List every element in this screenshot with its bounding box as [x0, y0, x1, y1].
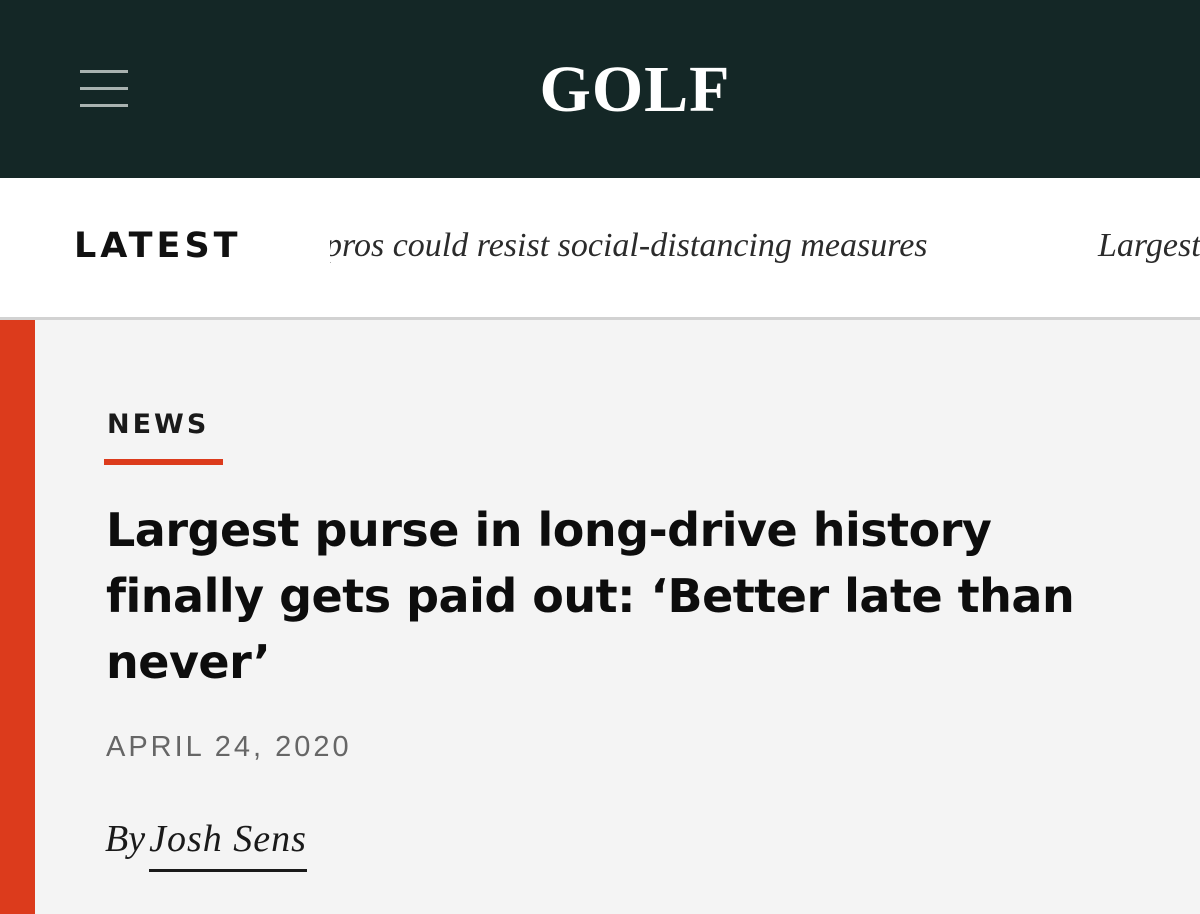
author-link[interactable]: Josh Sens [149, 815, 307, 872]
article-date: APRIL 24, 2020 [106, 731, 352, 763]
golf-logo[interactable]: GOLF [0, 50, 1200, 130]
latest-ticker: pros could resist social-distancing meas… [330, 178, 1200, 317]
byline: By Josh Sens [105, 815, 307, 872]
category-label[interactable]: NEWS [107, 408, 209, 442]
article-headline: Largest purse in long-drive history fina… [106, 503, 1075, 689]
byline-prefix: By [105, 818, 146, 860]
ticker-item[interactable]: pros could resist social-distancing meas… [330, 226, 928, 266]
accent-bar [0, 320, 35, 914]
category-underline [104, 459, 223, 465]
site-header: GOLF [0, 0, 1200, 178]
latest-ticker-bar: LATEST pros could resist social-distanci… [0, 178, 1200, 320]
latest-label: LATEST [74, 226, 242, 266]
ticker-item[interactable]: Largest [1098, 226, 1200, 266]
